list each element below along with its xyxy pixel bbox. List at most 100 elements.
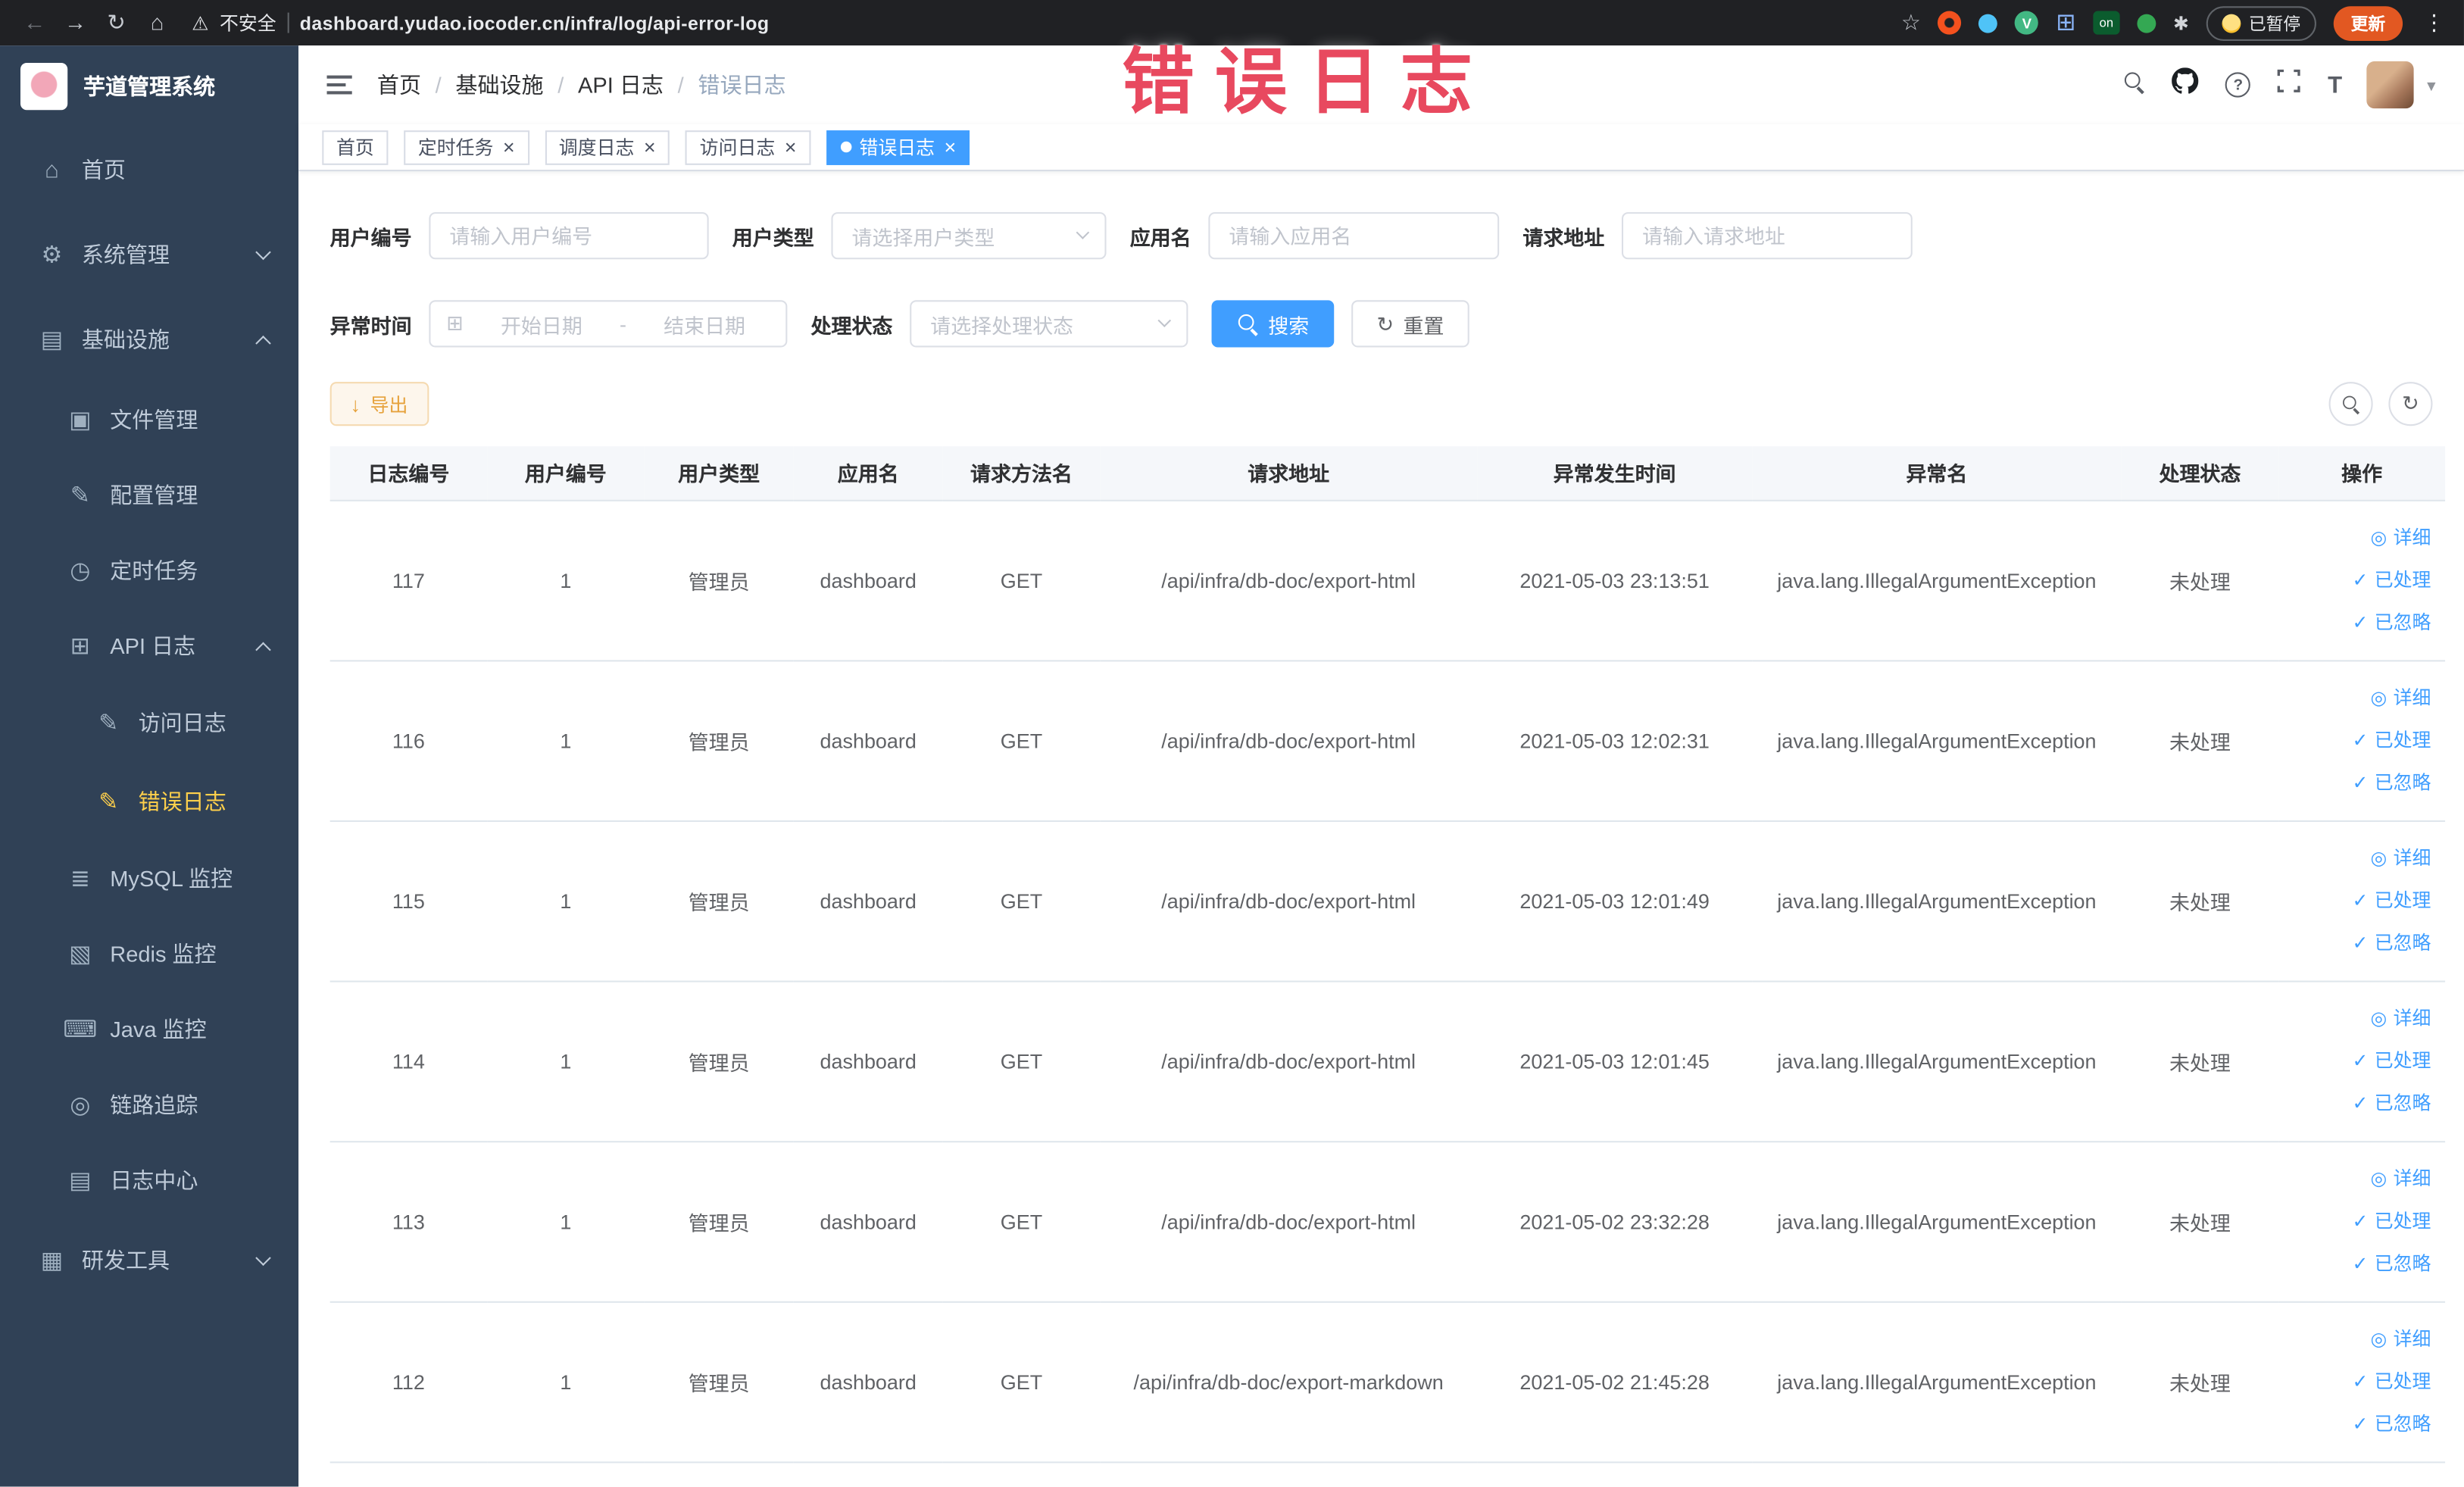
user-type-select[interactable]: 请选择用户类型 [831,212,1107,260]
request-url-input[interactable] [1622,212,1913,260]
action-processed[interactable]: ✓ 已处理 [2353,1200,2431,1242]
action-detail[interactable]: ◎ 详细 [2371,517,2431,559]
breadcrumb-item[interactable]: API 日志 [578,69,664,100]
tab-access-log[interactable]: 访问日志 × [685,130,811,164]
filter-process-status: 处理状态 请选择处理状态 [811,300,1188,348]
action-ignored[interactable]: ✓ 已忽略 [2353,1403,2431,1445]
sidebar-item-scheduled-tasks[interactable]: ◷ 定时任务 [0,533,298,608]
chevron-down-icon [1157,314,1172,328]
tab-error-log[interactable]: 错误日志 × [826,130,970,164]
extension-icon-green[interactable] [2137,13,2156,33]
close-icon[interactable]: × [785,136,797,157]
extension-icon-blue[interactable] [1978,13,1998,33]
fullscreen-icon[interactable] [2278,69,2301,100]
extension-grid-icon[interactable]: ⊞ [2056,11,2075,35]
browser-menu-icon[interactable]: ⋮ [2420,9,2448,36]
action-ignored[interactable]: ✓ 已忽略 [2353,1082,2431,1124]
column-header: 操作 [2278,446,2446,501]
toggle-search-button[interactable] [2328,382,2373,426]
column-header: 用户类型 [644,446,794,501]
breadcrumb-item[interactable]: 基础设施 [455,69,543,100]
breadcrumb-item[interactable]: 首页 [377,69,421,100]
action-ignored[interactable]: ✓ 已忽略 [2353,601,2431,644]
sidebar-item-java-monitor[interactable]: ⌨ Java 监控 [0,992,298,1067]
cell: /api/infra/db-doc/export-html [1100,660,1478,821]
filter-label: 用户类型 [732,225,814,249]
browser-reload-icon[interactable]: ↻ [98,0,136,45]
paused-badge[interactable]: 已暂停 [2206,5,2316,40]
sidebar-item-link-trace[interactable]: ◎ 链路追踪 [0,1067,298,1143]
search-icon[interactable] [2123,70,2145,99]
sidebar-item-home[interactable]: ⌂ 首页 [0,127,298,212]
tab-schedule-log[interactable]: 调度日志 × [545,130,670,164]
tab-scheduled-tasks[interactable]: 定时任务 × [404,130,529,164]
filter-row-2: 异常时间 ⊞ 开始日期 - 结束日期 处理状态 请选择处理状态 搜索 ↻ 重置 [330,300,2439,348]
action-processed[interactable]: ✓ 已处理 [2353,879,2431,922]
extension-on-badge[interactable]: on [2093,11,2120,35]
github-icon[interactable] [2172,67,2199,102]
refresh-button[interactable]: ↻ [2388,382,2433,426]
cell: 1 [487,980,645,1142]
close-icon[interactable]: × [503,136,515,157]
app-name-input[interactable] [1208,212,1500,260]
infrastructure-icon: ▤ [40,326,64,354]
font-size-icon[interactable]: T [2328,71,2342,98]
action-detail[interactable]: ◎ 详细 [2371,1157,2431,1200]
user-avatar[interactable] [2367,61,2415,109]
sidebar-item-mysql-monitor[interactable]: ≣ MySQL 监控 [0,841,298,917]
sidebar-item-file-management[interactable]: ▣ 文件管理 [0,382,298,458]
browser-home-icon[interactable]: ⌂ [139,0,176,45]
cell: 未处理 [2121,499,2279,661]
action-processed[interactable]: ✓ 已处理 [2353,559,2431,601]
tab-label: 首页 [336,136,374,159]
sidebar-item-access-log[interactable]: ✎ 访问日志 [0,683,298,762]
close-icon[interactable]: × [945,136,957,157]
navbar-actions: ? T ▾ [2123,61,2436,109]
action-detail[interactable]: ◎ 详细 [2371,676,2431,719]
process-status-select[interactable]: 请选择处理状态 [910,300,1188,348]
action-ignored[interactable]: ✓ 已忽略 [2353,922,2431,964]
help-icon[interactable]: ? [2225,72,2251,98]
sidebar-item-error-log[interactable]: ✎ 错误日志 [0,762,298,841]
close-icon[interactable]: × [644,136,656,157]
browser-forward-icon[interactable]: → [57,0,95,45]
action-ignored[interactable]: ✓ 已忽略 [2353,1242,2431,1285]
action-processed[interactable]: ✓ 已处理 [2353,719,2431,761]
sidebar-item-dev-tools[interactable]: ▦ 研发工具 [0,1218,298,1303]
action-processed[interactable]: ✓ 已处理 [2353,1039,2431,1082]
sidebar-item-label: Redis 监控 [110,941,217,967]
sidebar-item-api-log[interactable]: ⊞ API 日志 [0,608,298,684]
browser-back-icon[interactable]: ← [16,0,54,45]
sidebar-item-system-management[interactable]: ⚙ 系统管理 [0,212,298,297]
extension-icon-vue[interactable]: V [2015,11,2039,35]
date-range-picker[interactable]: ⊞ 开始日期 - 结束日期 [429,300,788,348]
user-id-input[interactable] [429,212,709,260]
sidebar-item-label: 系统管理 [81,242,170,267]
cell: 管理员 [644,1301,794,1463]
sidebar-item-log-center[interactable]: ▤ 日志中心 [0,1142,298,1218]
sidebar-item-config-management[interactable]: ✎ 配置管理 [0,458,298,533]
address-bar[interactable]: ⚠ 不安全 dashboard.yudao.iocoder.cn/infra/l… [192,9,769,36]
extension-icon-orange[interactable] [1938,11,1962,35]
reset-button[interactable]: ↻ 重置 [1351,300,1469,348]
action-detail[interactable]: ◎ 详细 [2371,997,2431,1039]
export-button[interactable]: ↓ 导出 [329,382,429,426]
action-detail[interactable]: ◎ 详细 [2371,837,2431,879]
hamburger-icon[interactable] [326,75,352,95]
cell: java.lang.IllegalArgumentException [1752,820,2122,982]
cell: GET [942,1301,1101,1463]
app-title: 芋道管理系统 [83,73,216,99]
extension-paw-icon[interactable]: ✱ [2173,12,2189,34]
search-button[interactable]: 搜索 [1211,300,1335,348]
app-logo[interactable]: 芋道管理系统 [0,45,298,127]
action-ignored[interactable]: ✓ 已忽略 [2353,761,2431,804]
action-detail[interactable]: ◎ 详细 [2371,1318,2431,1360]
sidebar-item-redis-monitor[interactable]: ▧ Redis 监控 [0,916,298,992]
bookmark-star-icon[interactable]: ☆ [1901,9,1921,36]
cell: 112 [329,1301,488,1463]
eye-icon: ◎ [2370,1326,2387,1350]
update-button[interactable]: 更新 [2333,5,2403,40]
action-processed[interactable]: ✓ 已处理 [2353,1360,2431,1403]
tab-home[interactable]: 首页 [322,130,389,164]
sidebar-item-infrastructure[interactable]: ▤ 基础设施 [0,297,298,382]
